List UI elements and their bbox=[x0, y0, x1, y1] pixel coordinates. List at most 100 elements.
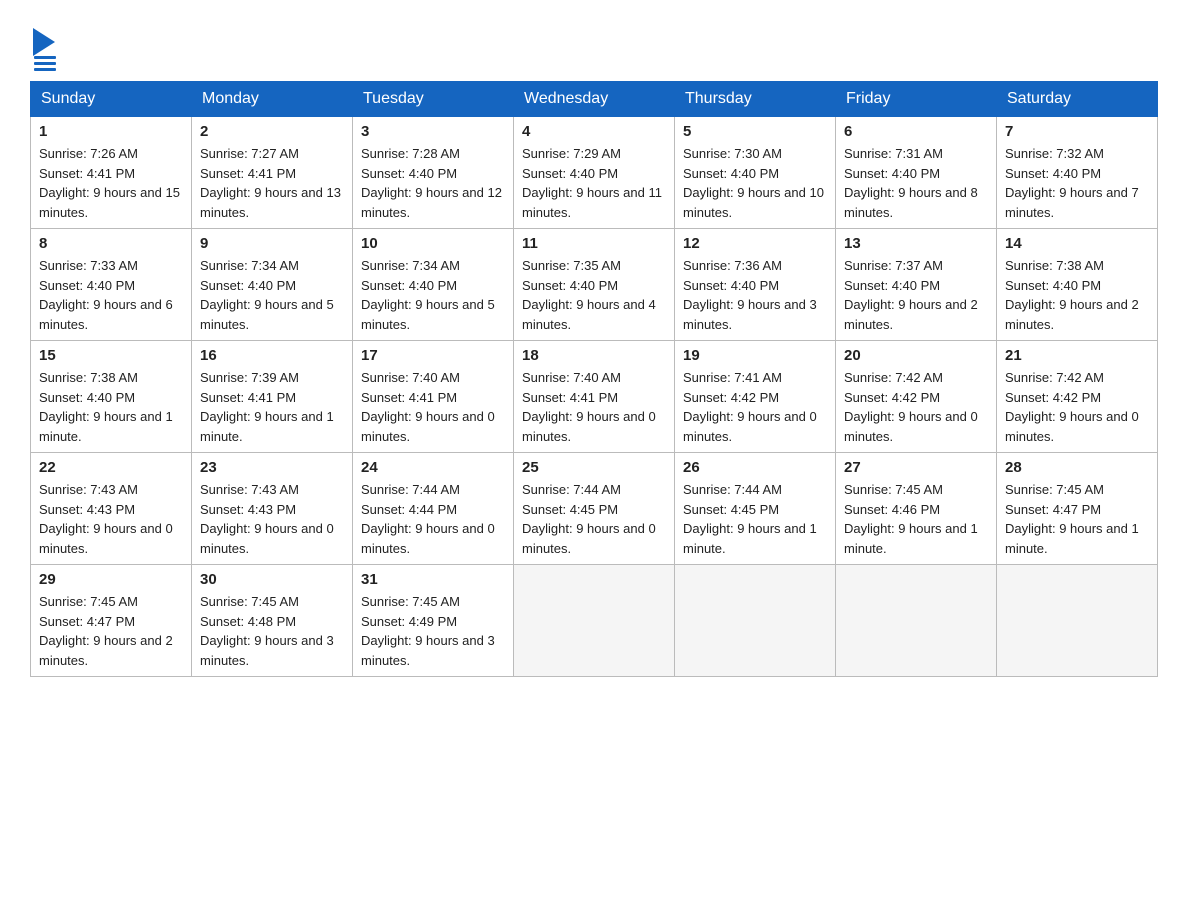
day-info: Sunrise: 7:42 AM Sunset: 4:42 PM Dayligh… bbox=[1005, 368, 1149, 446]
calendar-day-cell: 20 Sunrise: 7:42 AM Sunset: 4:42 PM Dayl… bbox=[836, 341, 997, 453]
day-number: 9 bbox=[200, 235, 344, 252]
day-number: 30 bbox=[200, 571, 344, 588]
day-number: 5 bbox=[683, 123, 827, 140]
day-number: 20 bbox=[844, 347, 988, 364]
calendar-day-cell: 23 Sunrise: 7:43 AM Sunset: 4:43 PM Dayl… bbox=[192, 453, 353, 565]
day-info: Sunrise: 7:45 AM Sunset: 4:47 PM Dayligh… bbox=[39, 592, 183, 670]
calendar-header-friday: Friday bbox=[836, 82, 997, 117]
day-number: 14 bbox=[1005, 235, 1149, 252]
day-info: Sunrise: 7:42 AM Sunset: 4:42 PM Dayligh… bbox=[844, 368, 988, 446]
day-info: Sunrise: 7:35 AM Sunset: 4:40 PM Dayligh… bbox=[522, 256, 666, 334]
calendar-day-cell: 30 Sunrise: 7:45 AM Sunset: 4:48 PM Dayl… bbox=[192, 565, 353, 677]
calendar-day-cell: 24 Sunrise: 7:44 AM Sunset: 4:44 PM Dayl… bbox=[353, 453, 514, 565]
calendar-day-cell: 14 Sunrise: 7:38 AM Sunset: 4:40 PM Dayl… bbox=[997, 229, 1158, 341]
calendar-header-thursday: Thursday bbox=[675, 82, 836, 117]
calendar-day-cell: 9 Sunrise: 7:34 AM Sunset: 4:40 PM Dayli… bbox=[192, 229, 353, 341]
day-number: 2 bbox=[200, 123, 344, 140]
calendar-day-cell bbox=[514, 565, 675, 677]
day-number: 29 bbox=[39, 571, 183, 588]
day-number: 1 bbox=[39, 123, 183, 140]
day-number: 7 bbox=[1005, 123, 1149, 140]
day-info: Sunrise: 7:33 AM Sunset: 4:40 PM Dayligh… bbox=[39, 256, 183, 334]
calendar-week-row: 15 Sunrise: 7:38 AM Sunset: 4:40 PM Dayl… bbox=[31, 341, 1158, 453]
calendar-day-cell: 26 Sunrise: 7:44 AM Sunset: 4:45 PM Dayl… bbox=[675, 453, 836, 565]
day-number: 16 bbox=[200, 347, 344, 364]
calendar-day-cell: 4 Sunrise: 7:29 AM Sunset: 4:40 PM Dayli… bbox=[514, 117, 675, 229]
day-number: 27 bbox=[844, 459, 988, 476]
page-header bbox=[30, 20, 1158, 71]
calendar-day-cell: 5 Sunrise: 7:30 AM Sunset: 4:40 PM Dayli… bbox=[675, 117, 836, 229]
day-info: Sunrise: 7:28 AM Sunset: 4:40 PM Dayligh… bbox=[361, 144, 505, 222]
day-number: 28 bbox=[1005, 459, 1149, 476]
calendar-day-cell: 7 Sunrise: 7:32 AM Sunset: 4:40 PM Dayli… bbox=[997, 117, 1158, 229]
calendar-day-cell: 19 Sunrise: 7:41 AM Sunset: 4:42 PM Dayl… bbox=[675, 341, 836, 453]
day-info: Sunrise: 7:45 AM Sunset: 4:48 PM Dayligh… bbox=[200, 592, 344, 670]
calendar-header-monday: Monday bbox=[192, 82, 353, 117]
day-number: 6 bbox=[844, 123, 988, 140]
day-number: 31 bbox=[361, 571, 505, 588]
day-info: Sunrise: 7:44 AM Sunset: 4:45 PM Dayligh… bbox=[683, 480, 827, 558]
calendar-header-sunday: Sunday bbox=[31, 82, 192, 117]
calendar-day-cell: 25 Sunrise: 7:44 AM Sunset: 4:45 PM Dayl… bbox=[514, 453, 675, 565]
day-info: Sunrise: 7:40 AM Sunset: 4:41 PM Dayligh… bbox=[361, 368, 505, 446]
calendar-day-cell: 22 Sunrise: 7:43 AM Sunset: 4:43 PM Dayl… bbox=[31, 453, 192, 565]
calendar-day-cell: 16 Sunrise: 7:39 AM Sunset: 4:41 PM Dayl… bbox=[192, 341, 353, 453]
calendar-day-cell: 18 Sunrise: 7:40 AM Sunset: 4:41 PM Dayl… bbox=[514, 341, 675, 453]
day-number: 13 bbox=[844, 235, 988, 252]
calendar-day-cell: 2 Sunrise: 7:27 AM Sunset: 4:41 PM Dayli… bbox=[192, 117, 353, 229]
day-info: Sunrise: 7:29 AM Sunset: 4:40 PM Dayligh… bbox=[522, 144, 666, 222]
calendar-day-cell bbox=[997, 565, 1158, 677]
day-info: Sunrise: 7:26 AM Sunset: 4:41 PM Dayligh… bbox=[39, 144, 183, 222]
day-info: Sunrise: 7:41 AM Sunset: 4:42 PM Dayligh… bbox=[683, 368, 827, 446]
day-info: Sunrise: 7:38 AM Sunset: 4:40 PM Dayligh… bbox=[39, 368, 183, 446]
day-info: Sunrise: 7:37 AM Sunset: 4:40 PM Dayligh… bbox=[844, 256, 988, 334]
calendar-day-cell: 21 Sunrise: 7:42 AM Sunset: 4:42 PM Dayl… bbox=[997, 341, 1158, 453]
day-info: Sunrise: 7:43 AM Sunset: 4:43 PM Dayligh… bbox=[39, 480, 183, 558]
day-info: Sunrise: 7:45 AM Sunset: 4:49 PM Dayligh… bbox=[361, 592, 505, 670]
calendar-day-cell: 3 Sunrise: 7:28 AM Sunset: 4:40 PM Dayli… bbox=[353, 117, 514, 229]
day-info: Sunrise: 7:31 AM Sunset: 4:40 PM Dayligh… bbox=[844, 144, 988, 222]
day-number: 17 bbox=[361, 347, 505, 364]
calendar-day-cell: 28 Sunrise: 7:45 AM Sunset: 4:47 PM Dayl… bbox=[997, 453, 1158, 565]
day-info: Sunrise: 7:36 AM Sunset: 4:40 PM Dayligh… bbox=[683, 256, 827, 334]
day-info: Sunrise: 7:45 AM Sunset: 4:47 PM Dayligh… bbox=[1005, 480, 1149, 558]
day-info: Sunrise: 7:38 AM Sunset: 4:40 PM Dayligh… bbox=[1005, 256, 1149, 334]
calendar-day-cell: 27 Sunrise: 7:45 AM Sunset: 4:46 PM Dayl… bbox=[836, 453, 997, 565]
day-number: 11 bbox=[522, 235, 666, 252]
day-number: 4 bbox=[522, 123, 666, 140]
calendar-day-cell: 17 Sunrise: 7:40 AM Sunset: 4:41 PM Dayl… bbox=[353, 341, 514, 453]
calendar-day-cell: 29 Sunrise: 7:45 AM Sunset: 4:47 PM Dayl… bbox=[31, 565, 192, 677]
day-info: Sunrise: 7:43 AM Sunset: 4:43 PM Dayligh… bbox=[200, 480, 344, 558]
calendar-week-row: 29 Sunrise: 7:45 AM Sunset: 4:47 PM Dayl… bbox=[31, 565, 1158, 677]
day-number: 8 bbox=[39, 235, 183, 252]
day-info: Sunrise: 7:39 AM Sunset: 4:41 PM Dayligh… bbox=[200, 368, 344, 446]
day-number: 23 bbox=[200, 459, 344, 476]
calendar-day-cell: 11 Sunrise: 7:35 AM Sunset: 4:40 PM Dayl… bbox=[514, 229, 675, 341]
day-info: Sunrise: 7:44 AM Sunset: 4:45 PM Dayligh… bbox=[522, 480, 666, 558]
calendar-day-cell: 12 Sunrise: 7:36 AM Sunset: 4:40 PM Dayl… bbox=[675, 229, 836, 341]
calendar-week-row: 22 Sunrise: 7:43 AM Sunset: 4:43 PM Dayl… bbox=[31, 453, 1158, 565]
day-number: 15 bbox=[39, 347, 183, 364]
day-number: 3 bbox=[361, 123, 505, 140]
calendar-header-wednesday: Wednesday bbox=[514, 82, 675, 117]
logo-arrow-icon bbox=[33, 28, 55, 56]
day-info: Sunrise: 7:32 AM Sunset: 4:40 PM Dayligh… bbox=[1005, 144, 1149, 222]
day-number: 19 bbox=[683, 347, 827, 364]
day-number: 10 bbox=[361, 235, 505, 252]
day-info: Sunrise: 7:30 AM Sunset: 4:40 PM Dayligh… bbox=[683, 144, 827, 222]
day-info: Sunrise: 7:40 AM Sunset: 4:41 PM Dayligh… bbox=[522, 368, 666, 446]
day-number: 22 bbox=[39, 459, 183, 476]
logo bbox=[30, 30, 56, 71]
calendar-header-row: SundayMondayTuesdayWednesdayThursdayFrid… bbox=[31, 82, 1158, 117]
day-number: 25 bbox=[522, 459, 666, 476]
day-number: 26 bbox=[683, 459, 827, 476]
day-info: Sunrise: 7:34 AM Sunset: 4:40 PM Dayligh… bbox=[200, 256, 344, 334]
calendar-day-cell: 31 Sunrise: 7:45 AM Sunset: 4:49 PM Dayl… bbox=[353, 565, 514, 677]
calendar-day-cell: 1 Sunrise: 7:26 AM Sunset: 4:41 PM Dayli… bbox=[31, 117, 192, 229]
day-number: 21 bbox=[1005, 347, 1149, 364]
calendar-week-row: 8 Sunrise: 7:33 AM Sunset: 4:40 PM Dayli… bbox=[31, 229, 1158, 341]
day-info: Sunrise: 7:44 AM Sunset: 4:44 PM Dayligh… bbox=[361, 480, 505, 558]
day-number: 24 bbox=[361, 459, 505, 476]
calendar-day-cell: 15 Sunrise: 7:38 AM Sunset: 4:40 PM Dayl… bbox=[31, 341, 192, 453]
calendar-day-cell bbox=[836, 565, 997, 677]
